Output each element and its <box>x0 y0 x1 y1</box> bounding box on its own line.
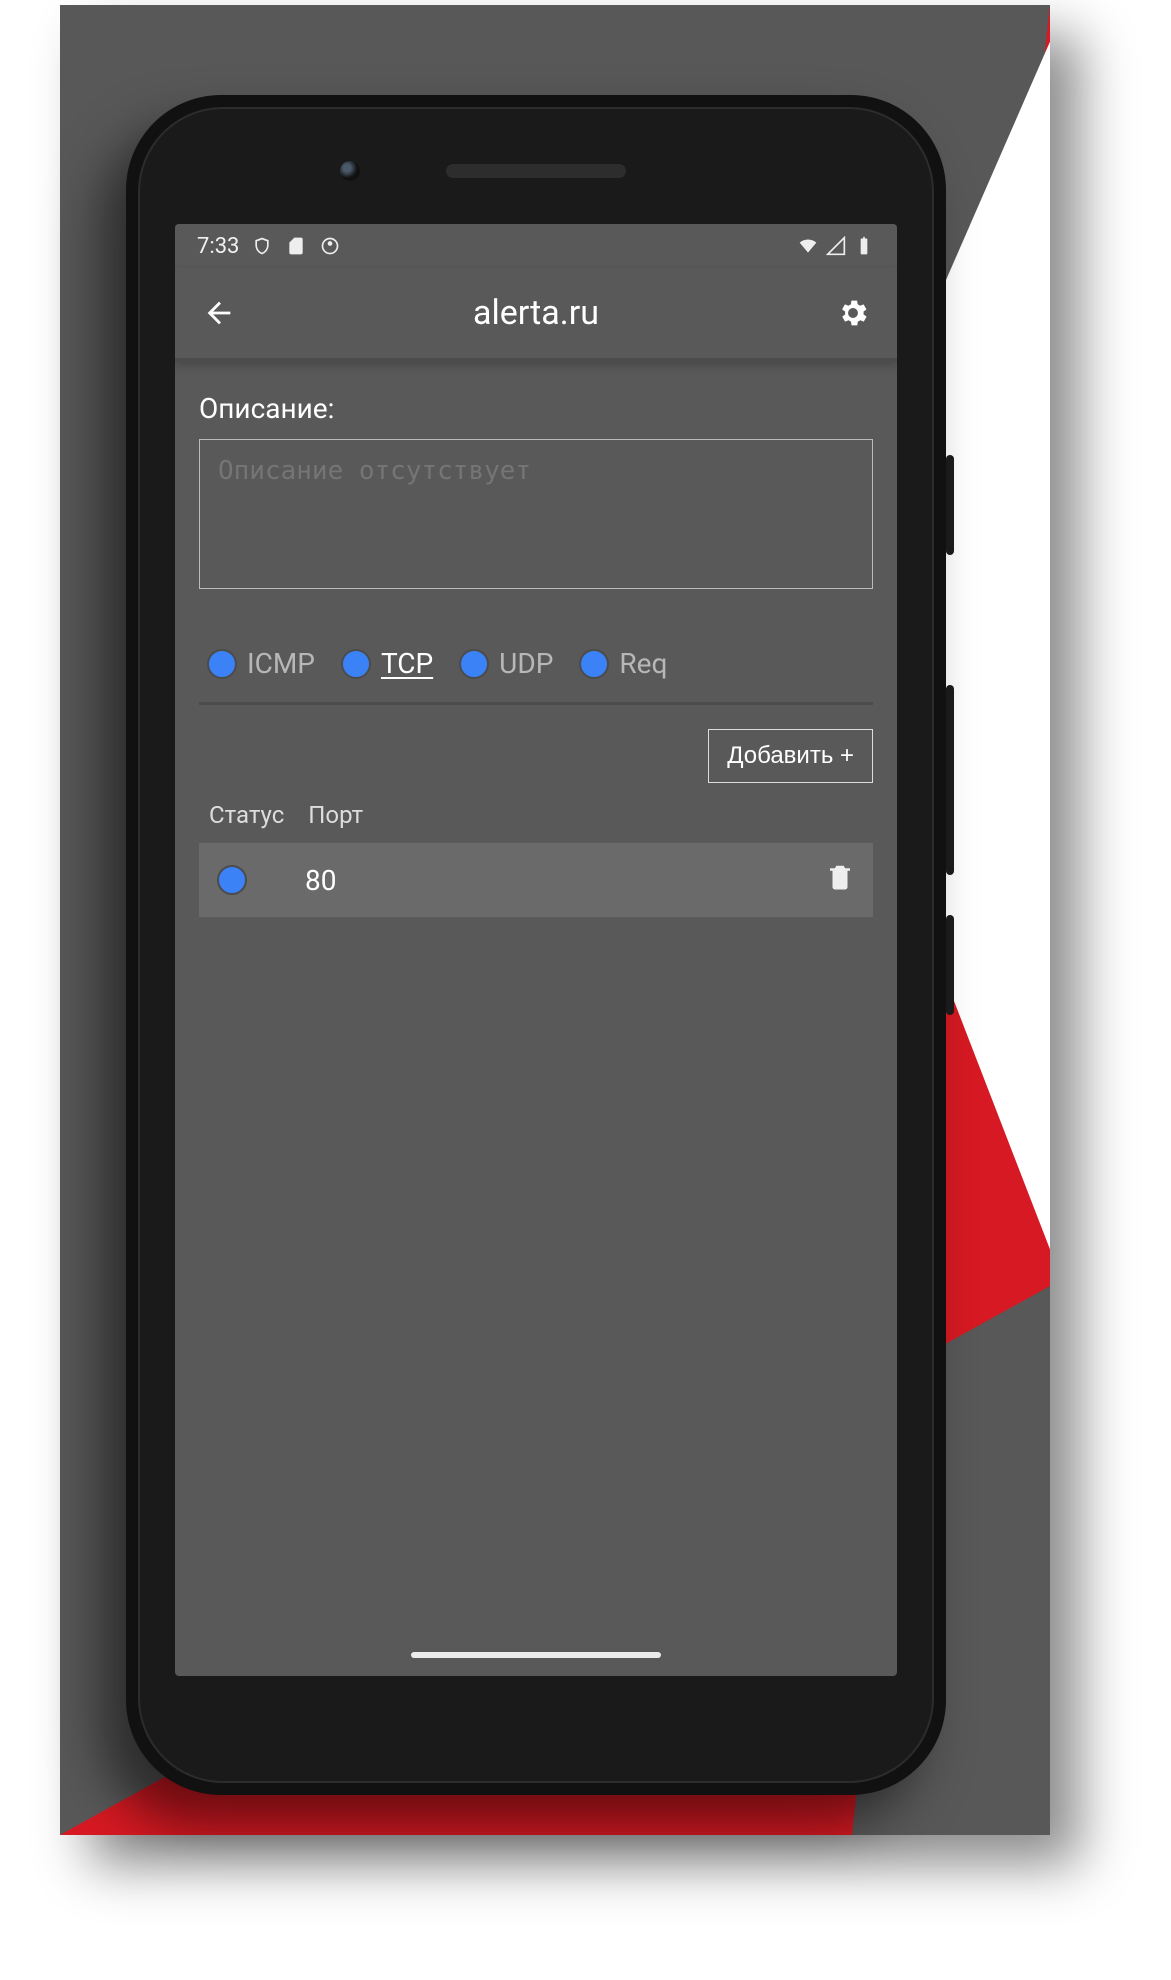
port-value: 80 <box>305 864 336 897</box>
phone-speaker <box>446 164 626 178</box>
screen: 7:33 alerta.ru <box>175 224 897 1676</box>
phone-side-button <box>946 685 954 875</box>
status-dot-icon <box>207 649 237 679</box>
status-dot-icon <box>341 649 371 679</box>
circle-dot-icon <box>319 235 341 257</box>
back-button[interactable] <box>197 291 241 335</box>
content: Описание: ICMP TCP UDP <box>175 362 897 947</box>
tab-req[interactable]: Req <box>579 647 667 680</box>
tab-icmp[interactable]: ICMP <box>207 647 315 680</box>
page-title: alerta.ru <box>241 293 831 333</box>
tab-label: Req <box>619 647 667 680</box>
wifi-icon <box>797 235 819 257</box>
add-button[interactable]: Добавить + <box>708 729 873 783</box>
arrow-left-icon <box>202 296 236 330</box>
shield-icon <box>251 235 273 257</box>
phone-frame: 7:33 alerta.ru <box>126 95 946 1795</box>
signal-icon <box>825 235 847 257</box>
tab-label: ICMP <box>247 647 315 680</box>
sd-card-icon <box>285 235 307 257</box>
status-dot-icon <box>459 649 489 679</box>
settings-button[interactable] <box>831 291 875 335</box>
phone-side-button <box>946 455 954 555</box>
gear-icon <box>836 296 870 330</box>
phone-side-button <box>946 915 954 1015</box>
tab-label: TCP <box>381 647 433 680</box>
tab-label: UDP <box>499 647 553 680</box>
tab-tcp[interactable]: TCP <box>341 647 433 680</box>
status-dot-icon <box>579 649 609 679</box>
table-row[interactable]: 80 <box>199 843 873 917</box>
col-port: Порт <box>308 801 363 829</box>
table-headers: Статус Порт <box>199 783 873 843</box>
description-input[interactable] <box>199 439 873 589</box>
description-label: Описание: <box>199 392 873 425</box>
status-dot-icon <box>217 865 247 895</box>
protocol-tabs: ICMP TCP UDP Req <box>199 647 873 705</box>
android-nav-handle[interactable] <box>411 1652 661 1658</box>
col-status: Статус <box>209 801 284 829</box>
tab-udp[interactable]: UDP <box>459 647 553 680</box>
phone-bezel: 7:33 alerta.ru <box>138 107 934 1783</box>
phone-camera <box>340 161 360 181</box>
trash-icon <box>825 862 855 892</box>
status-time: 7:33 <box>197 234 239 259</box>
delete-button[interactable] <box>825 862 855 899</box>
battery-icon <box>853 235 875 257</box>
status-bar: 7:33 <box>175 224 897 268</box>
app-bar: alerta.ru <box>175 268 897 362</box>
